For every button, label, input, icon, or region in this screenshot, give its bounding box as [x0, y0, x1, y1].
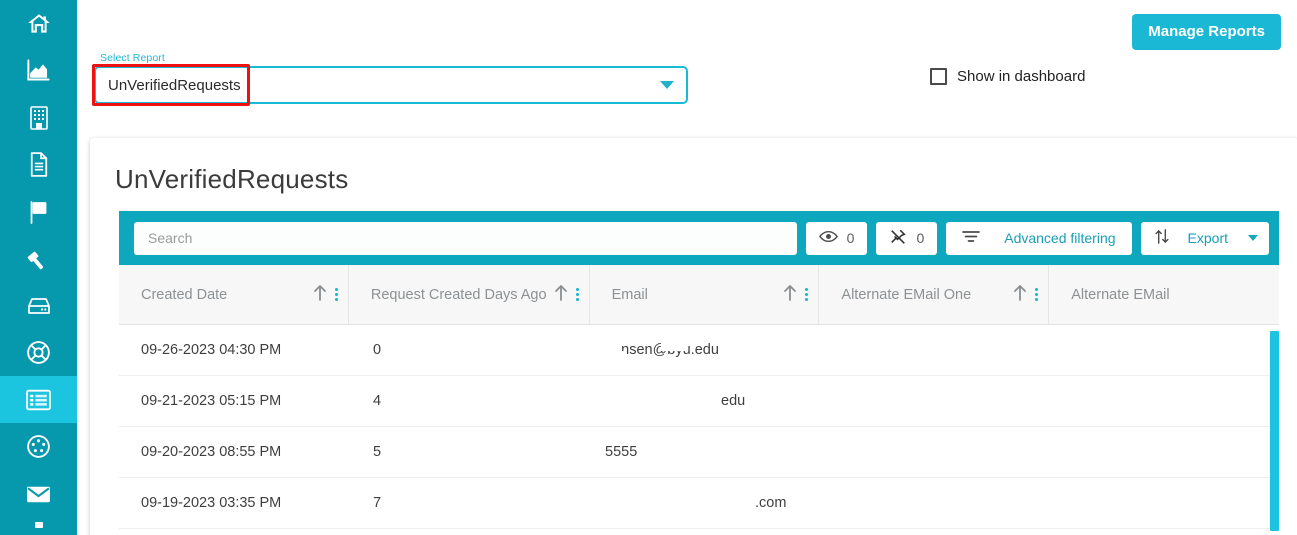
grid-toolbar: 0 0	[119, 211, 1279, 265]
document-icon	[27, 151, 51, 178]
visible-columns-count: 0	[846, 230, 855, 246]
table-header-row: Created Date Request Created Days Ago Em…	[119, 265, 1279, 325]
sort-asc-icon[interactable]	[554, 284, 568, 306]
column-header-request-created-days-ago[interactable]: Request Created Days Ago	[349, 265, 590, 324]
cell-email-value: edu	[721, 393, 746, 409]
scrollbar-thumb[interactable]	[1270, 331, 1279, 531]
lifebuoy-icon	[25, 339, 52, 366]
sidebar	[0, 0, 77, 535]
sort-asc-icon[interactable]	[313, 284, 327, 306]
column-header-alternate-email-one[interactable]: Alternate EMail One	[819, 265, 1050, 324]
table-vertical-scrollbar[interactable]	[1270, 325, 1279, 531]
sidebar-item-analytics[interactable]	[0, 47, 77, 94]
column-header-alternate-email[interactable]: Alternate EMail	[1049, 265, 1279, 324]
sidebar-item-gavel[interactable]	[0, 235, 77, 282]
flag-icon	[26, 199, 51, 225]
sort-asc-icon[interactable]	[1013, 284, 1027, 306]
sort-updown-icon	[1154, 228, 1170, 248]
sidebar-item-support[interactable]	[0, 329, 77, 376]
sidebar-item-settings[interactable]	[0, 423, 77, 470]
filter-icon	[962, 230, 981, 246]
cell-days-ago: 7	[373, 495, 382, 511]
sidebar-item-flags[interactable]	[0, 188, 77, 235]
show-in-dashboard-label: Show in dashboard	[957, 68, 1086, 85]
cell-email: hansen@byu.edu	[583, 342, 815, 358]
search-input[interactable]	[134, 221, 797, 255]
column-header-label: Alternate EMail One	[841, 286, 972, 303]
sidebar-item-inbox[interactable]	[0, 282, 77, 329]
table-row[interactable]: 09-19-2023 03:35 PM 7 .com	[119, 478, 1279, 529]
sidebar-item-reports[interactable]	[0, 376, 77, 423]
show-in-dashboard-checkbox-group[interactable]: Show in dashboard	[930, 68, 1085, 85]
column-menu-icon[interactable]	[1034, 288, 1039, 301]
envelope-icon	[25, 483, 52, 505]
cell-created-date: 09-19-2023 03:35 PM	[141, 495, 282, 511]
column-menu-icon[interactable]	[334, 288, 338, 301]
column-header-label: Request Created Days Ago	[370, 286, 547, 303]
select-report-field: Select Report UnVerifiedRequests	[94, 52, 688, 104]
pinned-columns-count: 0	[916, 230, 925, 246]
chevron-down-icon[interactable]	[660, 81, 674, 89]
table-row[interactable]: 09-21-2023 05:15 PM 4 edu	[119, 376, 1279, 427]
redaction-veil	[583, 502, 731, 511]
column-header-label: Created Date	[141, 286, 228, 303]
cell-created-date: 09-20-2023 08:55 PM	[141, 444, 282, 460]
cell-days-ago: 5	[373, 444, 382, 460]
dial-circle-icon	[25, 433, 52, 460]
redaction-veil	[661, 342, 687, 351]
advanced-filtering-button[interactable]: Advanced filtering	[946, 221, 1132, 255]
visible-columns-button[interactable]: 0	[805, 221, 868, 255]
redaction-veil	[583, 401, 695, 409]
sort-asc-icon[interactable]	[783, 284, 797, 306]
column-menu-icon[interactable]	[804, 288, 809, 301]
cell-email: .com	[583, 495, 815, 511]
gavel-icon	[26, 246, 52, 272]
sidebar-item-messages[interactable]	[0, 470, 77, 517]
cell-days-ago: 4	[373, 393, 382, 409]
manage-reports-button[interactable]: Manage Reports	[1132, 14, 1281, 50]
building-icon	[27, 105, 51, 131]
cell-email: 5555	[605, 444, 638, 460]
column-header-label: Alternate EMail	[1071, 286, 1170, 303]
chevron-down-icon[interactable]	[1248, 235, 1258, 241]
main-content: Manage Reports Select Report UnVerifiedR…	[77, 0, 1297, 535]
sidebar-item-building[interactable]	[0, 94, 77, 141]
column-header-email[interactable]: Email	[590, 265, 820, 324]
list-report-icon	[25, 388, 52, 412]
data-grid: 0 0	[119, 211, 1279, 535]
advanced-filtering-label: Advanced filtering	[1004, 230, 1116, 246]
home-icon	[26, 11, 52, 37]
table-row[interactable]: 09-20-2023 08:55 PM 5 5555	[119, 427, 1279, 478]
table-row[interactable]: 09-26-2023 04:30 PM 0 hansen@byu.edu	[119, 325, 1279, 376]
export-label: Export	[1187, 230, 1228, 246]
column-header-created-date[interactable]: Created Date	[119, 265, 349, 324]
select-report-value: UnVerifiedRequests	[108, 76, 241, 94]
redaction-veil	[605, 351, 625, 358]
partial-icon	[28, 518, 50, 528]
sidebar-item-home[interactable]	[0, 0, 77, 47]
eye-icon	[818, 230, 838, 246]
column-header-label: Email	[611, 286, 648, 303]
export-button[interactable]: Export	[1140, 221, 1269, 255]
column-menu-icon[interactable]	[575, 288, 579, 301]
sidebar-item-documents[interactable]	[0, 141, 77, 188]
report-card: UnVerifiedRequests 0	[90, 138, 1297, 535]
cell-days-ago: 0	[373, 342, 382, 358]
sidebar-item-partial[interactable]	[0, 517, 77, 529]
pinned-columns-button[interactable]: 0	[876, 221, 938, 255]
app-root: Manage Reports Select Report UnVerifiedR…	[0, 0, 1297, 535]
select-report-dropdown[interactable]: UnVerifiedRequests	[94, 66, 688, 104]
chart-area-icon	[25, 57, 52, 84]
cell-created-date: 09-26-2023 04:30 PM	[141, 342, 282, 358]
inbox-tray-icon	[26, 295, 52, 317]
page-title: UnVerifiedRequests	[115, 164, 349, 194]
cell-email-value: .com	[755, 495, 787, 511]
cell-created-date: 09-21-2023 05:15 PM	[141, 393, 282, 409]
select-report-label: Select Report	[100, 52, 165, 64]
pin-icon	[889, 228, 907, 249]
cell-email: edu	[583, 393, 815, 409]
show-in-dashboard-checkbox[interactable]	[930, 68, 947, 85]
table-body: 09-26-2023 04:30 PM 0 hansen@byu.edu 09-…	[119, 325, 1279, 531]
